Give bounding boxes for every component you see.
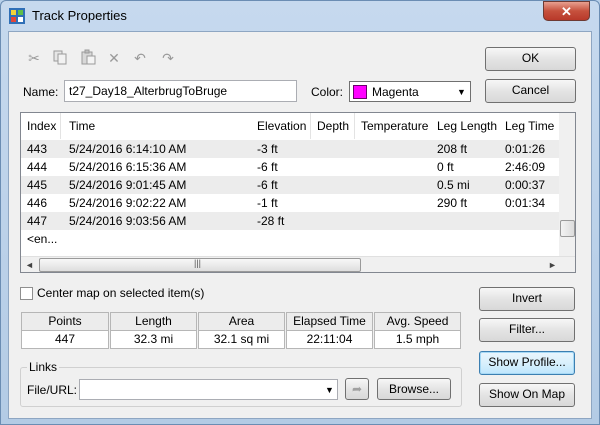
close-button[interactable]: ✕	[543, 1, 590, 21]
scroll-left-icon[interactable]: ◄	[25, 260, 34, 270]
color-swatch	[353, 85, 367, 99]
chevron-down-icon: ▼	[457, 87, 466, 97]
window-title: Track Properties	[32, 8, 127, 23]
table-row[interactable]: 443 5/24/2016 6:14:10 AM -3 ft 208 ft 0:…	[21, 140, 559, 158]
color-value: Magenta	[372, 85, 419, 99]
cell-end-marker: <en...	[27, 232, 58, 246]
cell-index: 444	[27, 160, 48, 174]
column-header-elevation[interactable]: Elevation	[251, 113, 311, 139]
app-icon	[9, 8, 25, 24]
cut-icon[interactable]: ✂	[24, 49, 44, 67]
stat-avg-speed: Avg. Speed 1.5 mph	[374, 312, 461, 349]
arrow-right-icon: ➦	[351, 382, 363, 396]
vertical-scrollbar[interactable]	[559, 113, 575, 256]
cell-time: 5/24/2016 9:02:22 AM	[69, 196, 187, 210]
column-header-leg-length[interactable]: Leg Length	[431, 113, 501, 139]
delete-icon[interactable]: ✕	[104, 49, 124, 67]
stat-length: Length 32.3 mi	[110, 312, 197, 349]
cell-index: 443	[27, 142, 48, 156]
horizontal-scrollbar-thumb[interactable]: |||	[39, 258, 361, 272]
browse-button[interactable]: Browse...	[377, 378, 451, 400]
stat-header: Length	[110, 312, 197, 331]
table-row[interactable]: 444 5/24/2016 6:15:36 AM -6 ft 0 ft 2:46…	[21, 158, 559, 176]
track-points-table[interactable]: Index Time Elevation Depth Temperature L…	[20, 112, 576, 273]
stat-value: 22:11:04	[286, 331, 373, 349]
cell-elevation: -28 ft	[257, 214, 285, 228]
color-label: Color:	[311, 85, 344, 99]
chevron-down-icon[interactable]: ▼	[325, 380, 334, 399]
cell-leg-length: 0 ft	[437, 160, 454, 174]
redo-icon[interactable]: ↷	[158, 49, 178, 67]
show-on-map-button[interactable]: Show On Map	[479, 383, 575, 407]
column-header-leg-time[interactable]: Leg Time	[499, 113, 559, 139]
column-header-temperature[interactable]: Temperature	[355, 113, 433, 139]
grip-icon: |||	[194, 258, 202, 268]
column-header-time[interactable]: Time	[63, 113, 271, 139]
cell-index: 446	[27, 196, 48, 210]
ok-button[interactable]: OK	[485, 47, 576, 71]
scroll-right-icon[interactable]: ►	[548, 260, 557, 270]
cell-leg-time: 2:46:09	[505, 160, 546, 174]
cell-leg-time: 0:01:26	[505, 142, 546, 156]
stat-header: Avg. Speed	[374, 312, 461, 331]
cell-time: 5/24/2016 6:14:10 AM	[69, 142, 187, 156]
cell-index: 445	[27, 178, 48, 192]
show-profile-button[interactable]: Show Profile...	[479, 351, 575, 375]
name-label: Name:	[23, 85, 59, 99]
cell-elevation: -1 ft	[257, 196, 278, 210]
name-input[interactable]: t27_Day18_AlterbrugToBruge	[64, 80, 297, 102]
stat-value: 32.3 mi	[110, 331, 197, 349]
stat-value: 447	[21, 331, 109, 349]
cell-elevation: -6 ft	[257, 178, 278, 192]
cell-elevation: -3 ft	[257, 142, 278, 156]
center-map-label: Center map on selected item(s)	[37, 286, 205, 300]
table-row[interactable]: 447 5/24/2016 9:03:56 AM -28 ft	[21, 212, 559, 230]
invert-button[interactable]: Invert	[479, 287, 575, 311]
cancel-button[interactable]: Cancel	[485, 79, 576, 103]
cell-leg-length: 290 ft	[437, 196, 468, 210]
cell-time: 5/24/2016 9:01:45 AM	[69, 178, 187, 192]
color-select[interactable]: Magenta ▼	[349, 81, 471, 102]
filter-button[interactable]: Filter...	[479, 318, 575, 342]
paste-icon[interactable]	[78, 49, 98, 67]
stat-header: Elapsed Time	[286, 312, 373, 331]
cell-leg-length: 0.5 mi	[437, 178, 470, 192]
go-link-button[interactable]: ➦	[345, 378, 369, 400]
file-url-input[interactable]: ▼	[79, 379, 338, 400]
stat-points: Points 447	[21, 312, 109, 349]
table-row[interactable]: 445 5/24/2016 9:01:45 AM -6 ft 0.5 mi 0:…	[21, 176, 559, 194]
horizontal-scrollbar[interactable]: ◄ ||| ►	[21, 256, 575, 272]
table-row-end[interactable]: <en...	[21, 230, 559, 248]
cell-leg-length: 208 ft	[437, 142, 468, 156]
stat-area: Area 32.1 sq mi	[198, 312, 285, 349]
column-header-index[interactable]: Index	[21, 113, 61, 139]
links-group-label: Links	[27, 360, 60, 374]
stat-elapsed-time: Elapsed Time 22:11:04	[286, 312, 373, 349]
stat-header: Points	[21, 312, 109, 331]
cell-leg-time: 0:00:37	[505, 178, 546, 192]
cell-elevation: -6 ft	[257, 160, 278, 174]
cell-leg-time: 0:01:34	[505, 196, 546, 210]
column-header-depth[interactable]: Depth	[311, 113, 355, 139]
copy-icon[interactable]	[50, 49, 70, 67]
file-url-label: File/URL:	[27, 383, 78, 397]
cell-time: 5/24/2016 6:15:36 AM	[69, 160, 187, 174]
vertical-scrollbar-thumb[interactable]	[560, 220, 575, 237]
stat-header: Area	[198, 312, 285, 331]
center-map-checkbox[interactable]	[20, 287, 33, 300]
table-row[interactable]: 446 5/24/2016 9:02:22 AM -1 ft 290 ft 0:…	[21, 194, 559, 212]
cell-time: 5/24/2016 9:03:56 AM	[69, 214, 187, 228]
stat-value: 32.1 sq mi	[198, 331, 285, 349]
stat-value: 1.5 mph	[374, 331, 461, 349]
cell-index: 447	[27, 214, 48, 228]
undo-icon[interactable]: ↶	[130, 49, 150, 67]
